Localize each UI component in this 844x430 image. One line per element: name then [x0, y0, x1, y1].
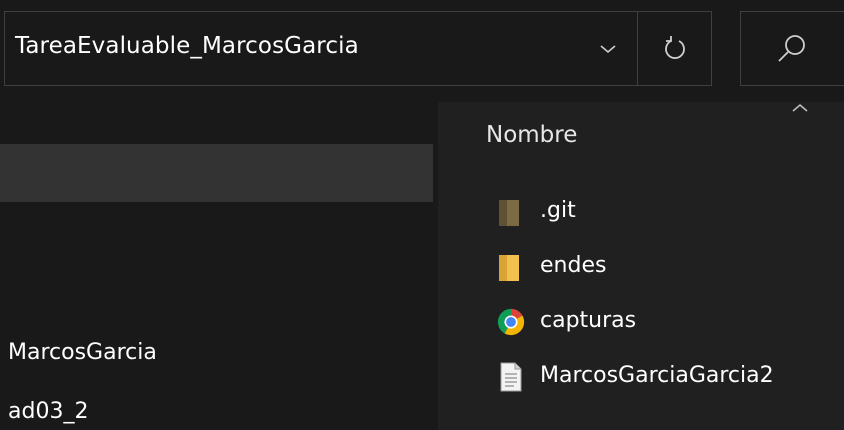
address-history-button[interactable]: [579, 12, 637, 85]
navigation-pane: MarcosGarcia ad03_2: [0, 102, 438, 430]
nav-item-ad03-2[interactable]: ad03_2: [8, 399, 88, 424]
file-row-capturas[interactable]: capturas: [438, 300, 844, 344]
chevron-down-icon: [600, 44, 616, 53]
file-name: endes: [540, 253, 607, 278]
file-row-marcosgarciagarcia2[interactable]: MarcosGarciaGarcia2: [438, 355, 844, 399]
file-name: .git: [540, 198, 576, 223]
address-toolbar: TareaEvaluable_MarcosGarcia: [0, 0, 844, 102]
chrome-icon: [497, 308, 525, 336]
file-row-git[interactable]: .git: [438, 190, 844, 234]
search-icon[interactable]: [771, 30, 811, 70]
column-header-name[interactable]: Nombre: [486, 122, 577, 148]
search-box[interactable]: [740, 11, 844, 86]
refresh-button[interactable]: [638, 12, 712, 85]
address-bar[interactable]: TareaEvaluable_MarcosGarcia: [4, 11, 712, 86]
address-path[interactable]: TareaEvaluable_MarcosGarcia: [15, 33, 359, 59]
refresh-icon: [665, 35, 685, 59]
file-name: capturas: [540, 308, 637, 333]
file-name: MarcosGarciaGarcia2: [540, 363, 774, 388]
text-document-icon: [500, 362, 522, 392]
sort-ascending-icon: [792, 103, 808, 112]
file-list: Nombre .git endes capturas MarcosGarciaG…: [438, 102, 844, 430]
folder-hidden-icon: [499, 200, 519, 226]
folder-icon: [499, 255, 519, 281]
nav-item-marcosgarcia[interactable]: MarcosGarcia: [8, 340, 157, 365]
nav-selected-item[interactable]: [0, 144, 433, 202]
file-row-endes[interactable]: endes: [438, 245, 844, 289]
